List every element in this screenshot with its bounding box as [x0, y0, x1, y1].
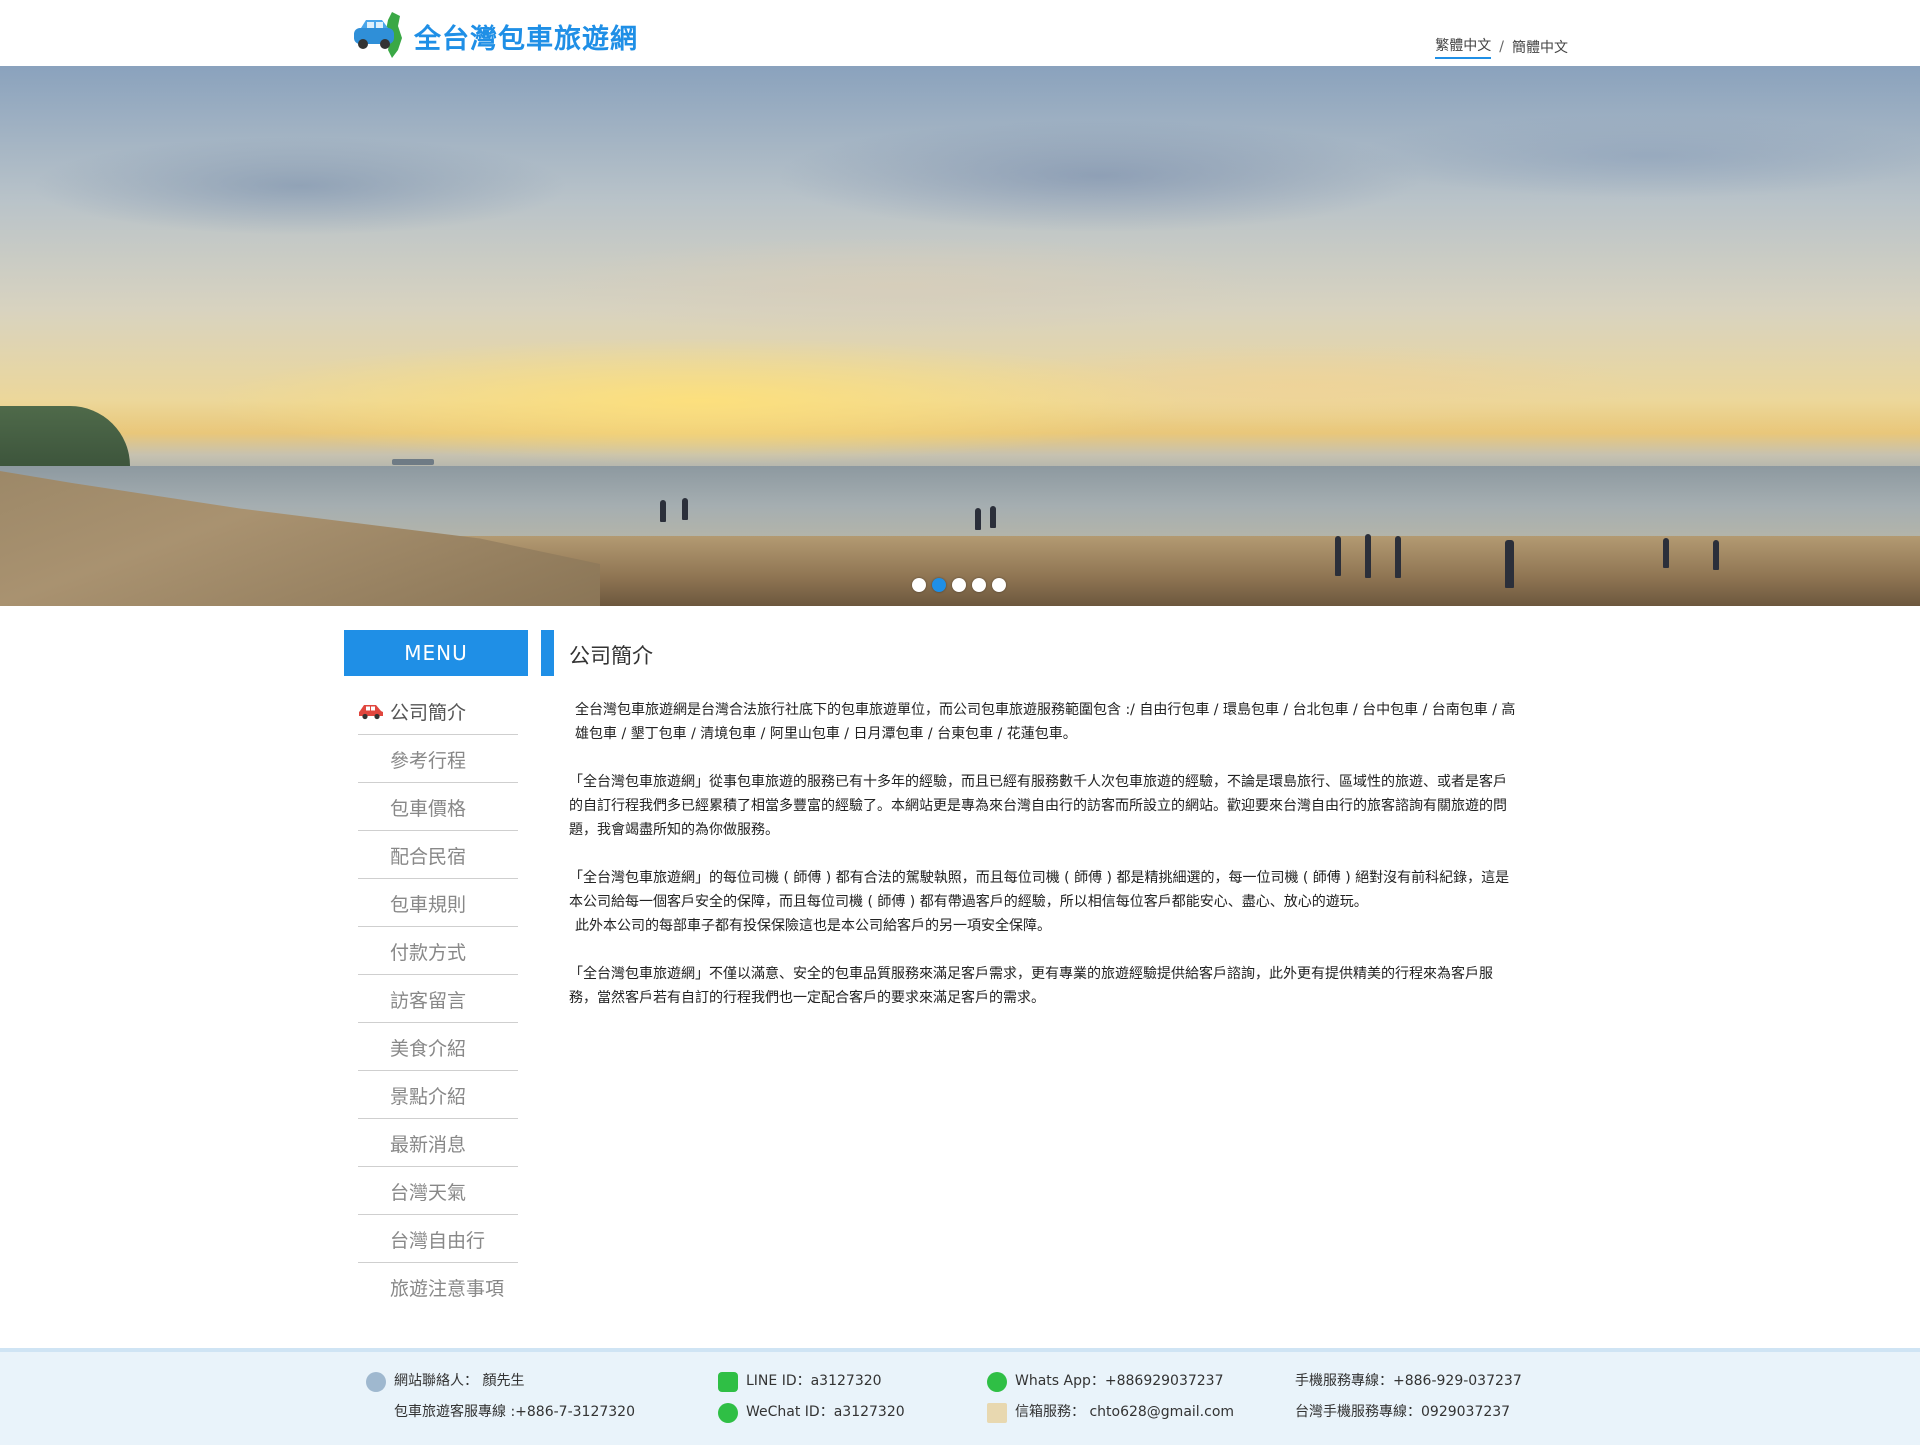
page-title: 公司簡介	[569, 644, 653, 668]
beach-person	[975, 508, 981, 530]
content-paragraph: 此外本公司的每部車子都有投保保險這也是本公司給客戶的另一項安全保障。	[575, 918, 1051, 934]
slider-dot-5[interactable]	[992, 578, 1006, 592]
whatsapp-icon	[987, 1371, 1007, 1392]
language-switcher: 繁體中文 / 簡體中文	[1435, 35, 1568, 59]
beach-person	[990, 506, 996, 528]
title-accent-bar	[541, 630, 554, 676]
slider-dot-4[interactable]	[972, 578, 986, 592]
red-car-icon	[358, 702, 384, 720]
content-paragraph: 「全台灣包車旅遊網」的每位司機 ( 師傅 ) 都有合法的駕駛執照，而且每位司機 …	[569, 870, 1510, 910]
sidebar-item-label: 參考行程	[390, 749, 467, 772]
sidebar-item-homestays[interactable]: 配合民宿	[358, 832, 518, 879]
sidebar-item-about[interactable]: 公司簡介	[358, 688, 518, 735]
line-app-icon	[718, 1371, 738, 1392]
slider-dot-2[interactable]	[932, 578, 946, 592]
sidebar-item-label: 最新消息	[390, 1133, 467, 1156]
contact-person-icon	[366, 1371, 386, 1392]
site-logo[interactable]: 全台灣包車旅遊網	[352, 8, 638, 60]
beach-person	[1395, 536, 1401, 578]
beach-person	[682, 498, 688, 520]
sidebar-item-payment[interactable]: 付款方式	[358, 928, 518, 975]
footer-mobile-line: 手機服務專線：+886-929-037237	[1295, 1373, 1522, 1389]
lang-separator: /	[1499, 39, 1504, 55]
footer-wechat-id: WeChat ID：a3127320	[746, 1404, 905, 1420]
footer-whatsapp-mail-column: Whats App：+886929037237 信箱服務： chto628@gm…	[987, 1366, 1234, 1428]
footer-line-id: LINE ID：a3127320	[746, 1373, 882, 1389]
beach-person	[1505, 540, 1514, 588]
main-content: 全台灣包車旅遊網是台灣合法旅行社底下的包車旅遊單位，而公司包車旅遊服務範圍包含 …	[569, 698, 1519, 1034]
sidebar-item-label: 美食介紹	[390, 1037, 467, 1060]
content-paragraph: 「全台灣包車旅遊網」不僅以滿意、安全的包車品質服務來滿足客戶需求，更有專業的旅遊…	[569, 966, 1493, 1006]
sidebar-item-independent-travel[interactable]: 台灣自由行	[358, 1216, 518, 1263]
content-paragraph: 「全台灣包車旅遊網」從事包車旅遊的服務已有十多年的經驗，而且已經有服務數千人次包…	[569, 774, 1507, 838]
beach-person	[1335, 536, 1341, 576]
sidebar-item-itineraries[interactable]: 參考行程	[358, 736, 518, 783]
menu-heading: MENU	[344, 630, 528, 676]
footer-tw-mobile-line: 台灣手機服務專線：0929037237	[1295, 1404, 1511, 1420]
site-footer: 網站聯絡人： 顏先生 包車旅遊客服專線 :+886-7-3127320 LINE…	[0, 1348, 1920, 1445]
slider-dots	[912, 578, 1006, 592]
hero-banner-image	[0, 66, 1920, 606]
lang-traditional-link[interactable]: 繁體中文	[1435, 35, 1492, 59]
car-map-logo-icon	[352, 10, 408, 58]
logo-text: 全台灣包車旅遊網	[414, 23, 638, 55]
sidebar-menu: 公司簡介 參考行程 包車價格 配合民宿 包車規則 付款方式 訪客留言 美食介紹 …	[358, 688, 518, 1312]
footer-service-line: 包車旅遊客服專線 :+886-7-3127320	[394, 1404, 635, 1420]
footer-email[interactable]: 信箱服務： chto628@gmail.com	[1015, 1397, 1234, 1428]
sidebar-item-label: 公司簡介	[390, 701, 467, 724]
sidebar-item-label: 付款方式	[390, 941, 467, 964]
site-header: 全台灣包車旅遊網 繁體中文 / 簡體中文	[0, 0, 1920, 66]
sidebar-item-travel-notes[interactable]: 旅遊注意事項	[358, 1264, 518, 1311]
slider-dot-3[interactable]	[952, 578, 966, 592]
sidebar-item-label: 訪客留言	[390, 989, 467, 1012]
sidebar-item-guestbook[interactable]: 訪客留言	[358, 976, 518, 1023]
footer-messaging-column: LINE ID：a3127320 WeChat ID：a3127320	[718, 1366, 905, 1428]
wechat-icon	[718, 1402, 738, 1423]
content-paragraph: 全台灣包車旅遊網是台灣合法旅行社底下的包車旅遊單位，而公司包車旅遊服務範圍包含 …	[575, 702, 1516, 742]
sidebar-item-label: 台灣天氣	[390, 1181, 467, 1204]
beach-person	[660, 500, 666, 522]
hero-ship	[392, 459, 434, 465]
sidebar-item-label: 包車價格	[390, 797, 467, 820]
beach-person	[1713, 540, 1719, 570]
mail-envelope-icon	[987, 1402, 1007, 1423]
sidebar-item-rules[interactable]: 包車規則	[358, 880, 518, 927]
footer-contact-person: 網站聯絡人： 顏先生	[394, 1373, 525, 1389]
beach-person	[1365, 534, 1371, 578]
sidebar-item-label: 旅遊注意事項	[390, 1278, 505, 1300]
sidebar-item-label: 台灣自由行	[390, 1229, 486, 1252]
sidebar-item-news[interactable]: 最新消息	[358, 1120, 518, 1167]
footer-whatsapp: Whats App：+886929037237	[1015, 1373, 1224, 1389]
sidebar-item-label: 配合民宿	[390, 845, 467, 868]
sidebar-item-food[interactable]: 美食介紹	[358, 1024, 518, 1071]
slider-dot-1[interactable]	[912, 578, 926, 592]
sidebar-item-prices[interactable]: 包車價格	[358, 784, 518, 831]
sidebar-item-attractions[interactable]: 景點介紹	[358, 1072, 518, 1119]
lang-simplified-link[interactable]: 簡體中文	[1512, 37, 1568, 57]
footer-contact-column: 網站聯絡人： 顏先生 包車旅遊客服專線 :+886-7-3127320	[366, 1366, 635, 1428]
beach-person	[1663, 538, 1669, 568]
sidebar-item-label: 包車規則	[390, 893, 467, 916]
sidebar-item-weather[interactable]: 台灣天氣	[358, 1168, 518, 1215]
footer-phone-column: 手機服務專線：+886-929-037237 台灣手機服務專線：09290372…	[1295, 1366, 1522, 1428]
sidebar-item-label: 景點介紹	[390, 1085, 467, 1108]
